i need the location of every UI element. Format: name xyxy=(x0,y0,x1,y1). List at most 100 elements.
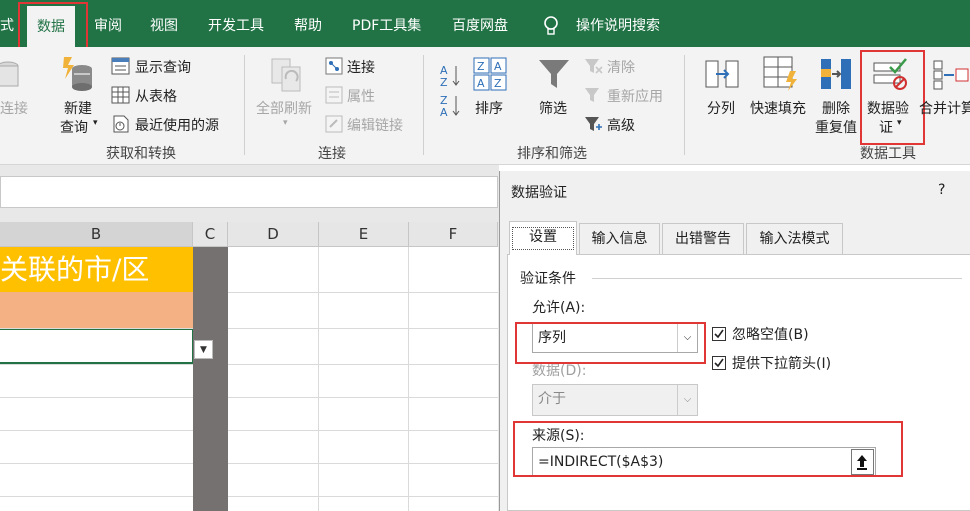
refresh-dropdown-icon[interactable]: ▾ xyxy=(283,118,288,128)
ignore-blank-label[interactable]: 忽略空值(B) xyxy=(732,324,809,344)
grid-line xyxy=(0,463,498,464)
show-query-icon xyxy=(111,57,130,75)
advanced-filter-icon xyxy=(585,117,602,131)
tab-formulas[interactable]: 式 xyxy=(0,0,14,47)
new-query-label-2[interactable]: 查询 xyxy=(60,117,88,137)
recent-sources-icon xyxy=(113,115,129,133)
cell-dropdown-arrow-icon[interactable]: ▼ xyxy=(194,340,213,359)
grid-line xyxy=(0,430,498,431)
flash-fill-icon xyxy=(763,56,797,91)
tab-view[interactable]: 视图 xyxy=(150,0,178,47)
svg-text:Z: Z xyxy=(494,77,502,90)
sort-asc-desc-icon: A Z Z A xyxy=(440,64,460,119)
svg-text:Z: Z xyxy=(477,60,485,73)
sort-button[interactable]: 排序 xyxy=(475,98,503,118)
connections-button[interactable]: 连接 xyxy=(347,57,375,77)
filter-button[interactable]: 筛选 xyxy=(539,98,567,118)
new-query-dropdown-icon[interactable]: ▾ xyxy=(93,118,98,128)
show-query-button[interactable]: 显示查询 xyxy=(135,57,191,77)
ignore-blank-checkbox[interactable] xyxy=(712,327,726,341)
connections-db-icon xyxy=(0,61,19,87)
tab-pdf-tools[interactable]: PDF工具集 xyxy=(352,0,421,47)
text-to-columns-button[interactable]: 分列 xyxy=(707,98,735,118)
column-header-b[interactable]: B xyxy=(0,222,193,247)
highlight-data-validation xyxy=(860,50,925,145)
refresh-all-icon xyxy=(271,58,301,92)
properties-button[interactable]: 属性 xyxy=(347,86,375,106)
recent-sources-button[interactable]: 最近使用的源 xyxy=(135,115,219,135)
advanced-button[interactable]: 高级 xyxy=(607,115,635,135)
clear-filter-icon xyxy=(585,59,603,74)
tab-help[interactable]: 帮助 xyxy=(294,0,322,47)
consolidate-icon xyxy=(933,60,969,90)
text-to-columns-icon xyxy=(705,60,739,88)
formula-bar[interactable] xyxy=(0,176,498,208)
group-sort-filter-label: 排序和筛选 xyxy=(517,146,587,162)
flash-fill-button[interactable]: 快速填充 xyxy=(750,98,806,118)
remove-duplicates-icon xyxy=(821,59,851,89)
tell-me-search[interactable]: 操作说明搜索 xyxy=(576,0,660,47)
column-header-d[interactable]: D xyxy=(228,222,319,247)
highlight-allow-select xyxy=(515,322,706,364)
validation-criteria-heading: 验证条件 xyxy=(520,271,576,287)
grid-line xyxy=(0,496,498,497)
svg-text:A: A xyxy=(494,60,502,73)
remove-duplicates-label-1[interactable]: 删除 xyxy=(822,98,850,118)
from-table-icon xyxy=(111,86,130,104)
tab-error-alert[interactable]: 出错警告 xyxy=(662,223,744,254)
svg-text:A: A xyxy=(440,106,448,119)
grid-line xyxy=(408,247,409,511)
reapply-button[interactable]: 重新应用 xyxy=(607,86,663,106)
group-data-tools-label: 数据工具 xyxy=(860,146,916,162)
check-icon xyxy=(714,358,724,368)
filter-funnel-icon xyxy=(539,60,569,88)
edit-links-icon xyxy=(325,115,343,133)
group-get-transform-label: 获取和转换 xyxy=(106,146,176,162)
lightbulb-icon xyxy=(544,16,558,35)
section-divider xyxy=(592,278,962,279)
clear-button[interactable]: 清除 xyxy=(607,57,635,77)
ribbon-tab-bar: 式 数据 审阅 视图 开发工具 帮助 PDF工具集 百度网盘 操作说明搜索 xyxy=(0,0,970,47)
column-header-e[interactable]: E xyxy=(319,222,409,247)
column-c-fill xyxy=(193,247,228,511)
connections-icon xyxy=(325,57,343,75)
cell-b-salmon[interactable] xyxy=(0,292,193,328)
tab-focus-outline xyxy=(512,227,574,250)
svg-text:A: A xyxy=(477,77,485,90)
sort-icon: Z A A Z xyxy=(473,57,507,91)
grid-line xyxy=(0,364,498,365)
new-query-label-1[interactable]: 新建 xyxy=(64,98,92,118)
tab-review[interactable]: 审阅 xyxy=(94,0,122,47)
svg-text:Z: Z xyxy=(440,76,448,89)
edit-links-button[interactable]: 编辑链接 xyxy=(347,115,403,135)
check-icon xyxy=(714,329,724,339)
column-header-c[interactable]: C xyxy=(193,222,228,247)
data-select[interactable]: 介于 ⌵ xyxy=(532,384,698,416)
tab-ime-mode[interactable]: 输入法模式 xyxy=(746,223,843,254)
cell-b-active[interactable] xyxy=(0,329,193,364)
ribbon-separator xyxy=(244,55,245,155)
allow-label: 允许(A): xyxy=(532,300,586,316)
existing-connections-label[interactable]: 连接 xyxy=(0,98,28,118)
highlight-source xyxy=(513,421,903,477)
data-select-value: 介于 xyxy=(538,391,566,407)
tab-baidu-netdisk[interactable]: 百度网盘 xyxy=(452,0,508,47)
dialog-help-icon[interactable]: ? xyxy=(938,182,945,198)
reapply-icon xyxy=(585,88,599,102)
ribbon-separator xyxy=(423,55,424,155)
tab-input-message[interactable]: 输入信息 xyxy=(579,223,660,254)
in-cell-dropdown-label[interactable]: 提供下拉箭头(I) xyxy=(732,353,831,373)
new-query-icon[interactable] xyxy=(60,55,96,95)
consolidate-button[interactable]: 合并计算 xyxy=(919,98,970,118)
in-cell-dropdown-checkbox[interactable] xyxy=(712,356,726,370)
remove-duplicates-label-2[interactable]: 重复值 xyxy=(815,117,857,137)
grid-line xyxy=(318,247,319,511)
group-connections-label: 连接 xyxy=(318,146,346,162)
data-chevron-down-icon[interactable]: ⌵ xyxy=(677,385,697,415)
ribbon-separator xyxy=(684,55,685,155)
column-header-f[interactable]: F xyxy=(409,222,498,247)
tab-developer[interactable]: 开发工具 xyxy=(208,0,264,47)
cell-b-header[interactable]: 关联的市/区 xyxy=(0,247,193,292)
refresh-all-button[interactable]: 全部刷新 xyxy=(256,98,312,118)
from-table-button[interactable]: 从表格 xyxy=(135,86,177,106)
